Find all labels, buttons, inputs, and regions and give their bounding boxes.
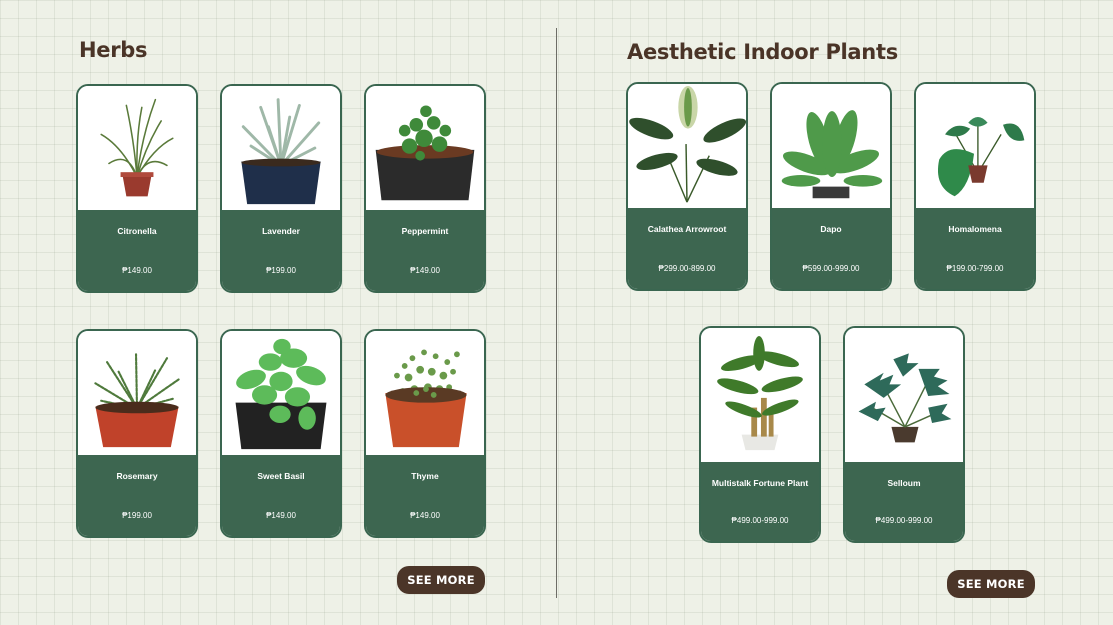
section-divider	[556, 28, 557, 598]
indoor-see-more-button[interactable]: SEE MORE	[947, 570, 1035, 598]
product-price: ₱299.00-899.00	[658, 264, 716, 273]
product-price: ₱149.00	[122, 266, 152, 275]
product-info: Citronella ₱149.00	[78, 210, 196, 291]
product-card-selloum[interactable]: Selloum ₱499.00-999.00	[843, 326, 965, 543]
sweet-basil-plant-icon	[222, 331, 340, 455]
product-name: Dapo	[820, 224, 842, 234]
product-info: Selloum ₱499.00-999.00	[845, 462, 963, 541]
product-price: ₱499.00-999.00	[731, 516, 789, 525]
product-info: Peppermint ₱149.00	[366, 210, 484, 291]
citronella-plant-icon	[78, 86, 196, 210]
product-card-dapo[interactable]: Dapo ₱599.00-999.00	[770, 82, 892, 291]
product-name: Selloum	[887, 478, 921, 488]
selloum-plant-icon	[845, 328, 963, 462]
product-info: Sweet Basil ₱149.00	[222, 455, 340, 536]
product-info: Homalomena ₱199.00-799.00	[916, 208, 1034, 289]
product-card-citronella[interactable]: Citronella ₱149.00	[76, 84, 198, 293]
fortune-plant-icon	[701, 328, 819, 462]
product-info: Multistalk Fortune Plant ₱499.00-999.00	[701, 462, 819, 541]
herbs-title: Herbs	[79, 38, 148, 62]
product-info: Rosemary ₱199.00	[78, 455, 196, 536]
product-price: ₱499.00-999.00	[875, 516, 933, 525]
dapo-plant-icon	[772, 84, 890, 208]
product-price: ₱199.00	[266, 266, 296, 275]
product-name: Rosemary	[116, 471, 158, 481]
product-name: Citronella	[117, 226, 157, 236]
product-name: Multistalk Fortune Plant	[711, 478, 809, 488]
product-name: Calathea Arrowroot	[647, 224, 727, 234]
product-name: Lavender	[262, 226, 300, 236]
product-card-lavender[interactable]: Lavender ₱199.00	[220, 84, 342, 293]
product-card-rosemary[interactable]: Rosemary ₱199.00	[76, 329, 198, 538]
product-name: Sweet Basil	[257, 471, 305, 481]
product-info: Thyme ₱149.00	[366, 455, 484, 536]
product-price: ₱149.00	[410, 266, 440, 275]
calathea-plant-icon	[628, 84, 746, 208]
lavender-plant-icon	[222, 86, 340, 210]
product-price: ₱199.00	[122, 511, 152, 520]
product-card-homalomena[interactable]: Homalomena ₱199.00-799.00	[914, 82, 1036, 291]
product-price: ₱199.00-799.00	[946, 264, 1004, 273]
product-card-multistalk-fortune-plant[interactable]: Multistalk Fortune Plant ₱499.00-999.00	[699, 326, 821, 543]
product-price: ₱149.00	[410, 511, 440, 520]
product-price: ₱599.00-999.00	[802, 264, 860, 273]
product-card-thyme[interactable]: Thyme ₱149.00	[364, 329, 486, 538]
product-name: Homalomena	[948, 224, 1002, 234]
peppermint-plant-icon	[366, 86, 484, 210]
product-info: Lavender ₱199.00	[222, 210, 340, 291]
indoor-plants-title: Aesthetic Indoor Plants	[627, 40, 898, 64]
thyme-plant-icon	[366, 331, 484, 455]
product-card-sweet-basil[interactable]: Sweet Basil ₱149.00	[220, 329, 342, 538]
product-price: ₱149.00	[266, 511, 296, 520]
product-name: Peppermint	[401, 226, 449, 236]
rosemary-plant-icon	[78, 331, 196, 455]
product-info: Dapo ₱599.00-999.00	[772, 208, 890, 289]
product-card-peppermint[interactable]: Peppermint ₱149.00	[364, 84, 486, 293]
homalomena-plant-icon	[916, 84, 1034, 208]
product-info: Calathea Arrowroot ₱299.00-899.00	[628, 208, 746, 289]
product-card-calathea-arrowroot[interactable]: Calathea Arrowroot ₱299.00-899.00	[626, 82, 748, 291]
herbs-see-more-button[interactable]: SEE MORE	[397, 566, 485, 594]
product-name: Thyme	[411, 471, 439, 481]
